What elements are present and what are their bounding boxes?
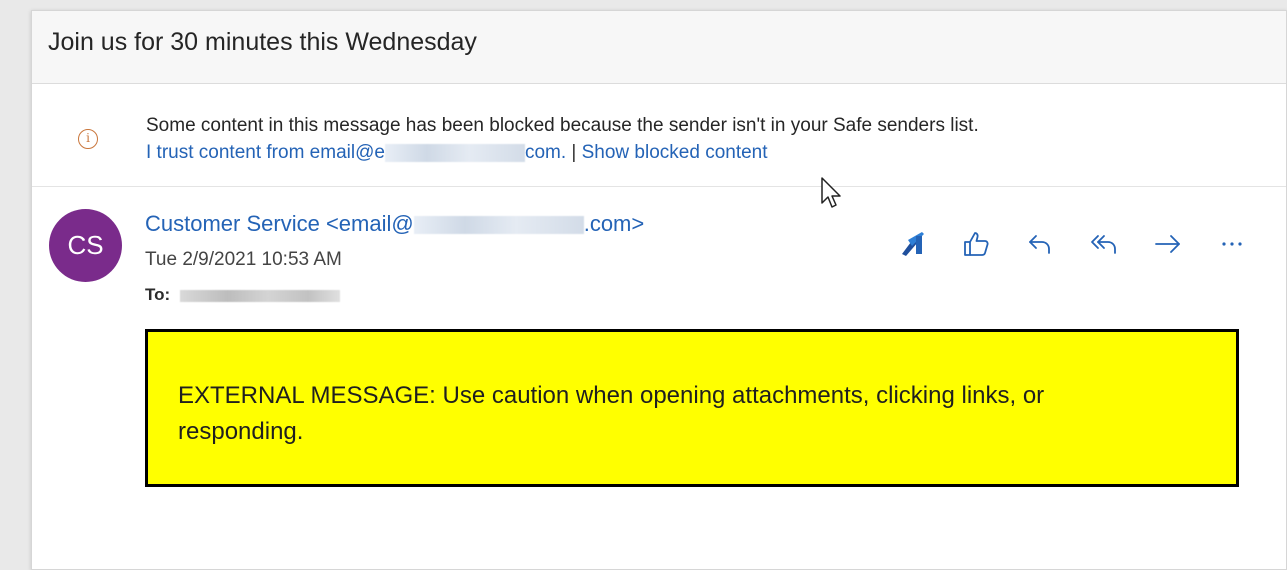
avatar[interactable]: CS [49, 209, 122, 282]
blocked-content-message: Some content in this message has been bl… [146, 115, 979, 136]
external-message-text: EXTERNAL MESSAGE: Use caution when openi… [178, 382, 1045, 445]
like-button[interactable] [960, 228, 1024, 260]
redacted-sender-domain [413, 216, 584, 235]
message-actions [896, 228, 1280, 260]
forward-button[interactable] [1152, 228, 1216, 260]
more-actions-button[interactable] [1216, 228, 1280, 260]
mouse-cursor-icon [821, 177, 841, 208]
blocked-content-info-bar: i Some content in this message has been … [32, 85, 1286, 187]
trust-sender-link[interactable]: I trust content from email@e com. [146, 142, 566, 163]
to-label: To: [145, 285, 171, 304]
like-icon [964, 232, 989, 256]
sent-date: Tue 2/9/2021 10:53 AM [145, 249, 342, 270]
reply-all-icon [1091, 235, 1116, 254]
show-blocked-content-link[interactable]: Show blocked content [582, 142, 768, 163]
to-line: To: [145, 285, 341, 305]
redacted-domain [384, 143, 525, 162]
info-icon: i [78, 129, 98, 149]
reply-button[interactable] [1024, 228, 1088, 260]
redacted-recipient[interactable] [180, 289, 341, 302]
trust-link-suffix: com. [524, 142, 567, 163]
subject-bar: Join us for 30 minutes this Wednesday [32, 11, 1286, 84]
sticker-icon [902, 232, 924, 256]
more-icon [1222, 242, 1242, 246]
sender-name-prefix: Customer Service <email@ [145, 211, 414, 236]
external-message-banner: EXTERNAL MESSAGE: Use caution when openi… [145, 329, 1239, 487]
reply-icon [1029, 235, 1050, 254]
sender-name[interactable]: Customer Service <email@ .com> [145, 211, 644, 237]
email-reading-pane: Join us for 30 minutes this Wednesday i … [31, 10, 1287, 570]
sticker-button[interactable] [896, 228, 960, 260]
reply-all-button[interactable] [1088, 228, 1152, 260]
link-separator: | [571, 142, 577, 163]
email-subject: Join us for 30 minutes this Wednesday [48, 28, 477, 56]
info-bar-links: I trust content from email@e com. | Show … [146, 142, 768, 164]
trust-link-prefix: I trust content from email@e [146, 142, 385, 163]
forward-icon [1155, 235, 1180, 253]
sender-name-suffix: .com> [583, 211, 645, 236]
